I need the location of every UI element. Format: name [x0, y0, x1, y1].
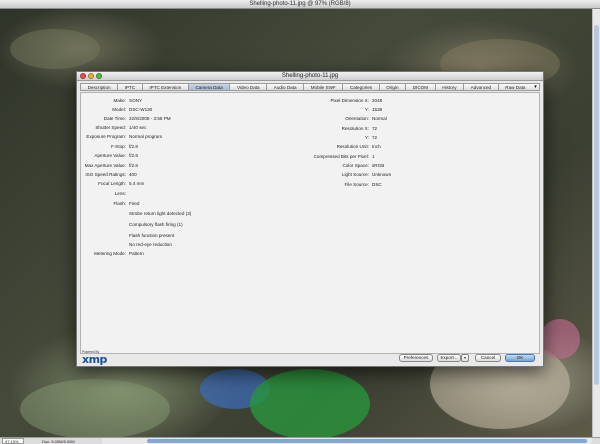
right-field-row: File Source: DSC [81, 182, 541, 188]
field-label: Resolution X: [341, 126, 369, 131]
status-bar: 97.15% Doc: 5.00M/5.00M [0, 437, 600, 444]
field-value[interactable]: No red-eye reduction [129, 242, 172, 248]
tab-iptc-extension[interactable]: IPTC Extension [141, 83, 188, 91]
tab-description[interactable]: Description [80, 83, 118, 91]
horizontal-scroll-thumb[interactable] [147, 439, 587, 443]
field-label: Pixel Dimension X: [330, 98, 369, 103]
tab-raw-data[interactable]: Raw Data [497, 83, 533, 91]
tab-bar: Description IPTC IPTC Extension Camera Data… [80, 83, 541, 91]
field-value[interactable]: 2048 [372, 98, 382, 104]
field-label: Y: [364, 135, 369, 140]
field-label: Color Space: [342, 163, 369, 168]
tab-camera-data[interactable]: Camera Data [187, 83, 230, 91]
field-value[interactable]: Compulsory flash firing (1) [129, 222, 183, 228]
tab-overflow-chevron-down-icon[interactable]: ▾ [532, 83, 541, 91]
flash-detail-row: Flash function present [81, 233, 541, 239]
tab-advanced[interactable]: Advanced [463, 83, 498, 91]
right-field-row: Color Space: sRGB [81, 163, 541, 169]
field-label: Lens: [114, 191, 126, 196]
field-label: File Source: [344, 182, 369, 187]
right-field-row: Orientation: Normal [81, 116, 541, 122]
field-value[interactable]: Fired [129, 201, 139, 207]
field-value[interactable]: Normal [372, 116, 387, 122]
horizontal-scrollbar[interactable] [102, 438, 592, 444]
field-value[interactable]: Pattern [129, 251, 144, 257]
right-field-row: Resolution X: 72 [81, 126, 541, 132]
photo-green-cloth [250, 369, 370, 437]
tab-video-data[interactable]: Video Data [229, 83, 267, 91]
field-label: Flash: [113, 201, 126, 206]
right-field-row: Compressed Bits per Pixel: 1 [81, 154, 541, 160]
field-value[interactable]: sRGB [372, 163, 384, 169]
tab-mobile-swf[interactable]: Mobile SWF [303, 83, 343, 91]
tab-iptc[interactable]: IPTC [117, 83, 142, 91]
left-field-row: Lens: [81, 191, 541, 197]
document-title: Shelling-photo-11.jpg @ 97% (RGB/8) [249, 1, 351, 7]
document-size-info[interactable]: Doc: 5.00M/5.00M [42, 439, 102, 444]
metering-mode-row: Metering Mode: Pattern [81, 251, 541, 257]
right-field-row: Y: 1536 [81, 107, 541, 113]
tab-history[interactable]: History [434, 83, 464, 91]
field-label: Metering Mode: [94, 251, 126, 256]
camera-data-panel: Make: SONY Model: DSC-W130 Date Time: 22/8/20… [80, 92, 540, 354]
zoom-level-field[interactable]: 97.15% [2, 438, 24, 444]
flash-detail-row: Strobe return light detected (3) [81, 211, 541, 217]
photo-debris [540, 319, 580, 359]
flash-detail-row: No red-eye reduction [81, 242, 541, 248]
field-label: Compressed Bits per Pixel: [313, 154, 369, 159]
preferences-button[interactable]: Preferences [399, 354, 433, 362]
right-field-row: Y: 72 [81, 135, 541, 141]
export-menu-chevron-down-icon[interactable]: ▾ [461, 354, 469, 362]
dialog-titlebar: Shelling-photo-11.jpg [77, 72, 543, 81]
photo-foliage [10, 29, 100, 69]
field-value[interactable]: 72 [372, 135, 377, 141]
document-titlebar: Shelling-photo-11.jpg @ 97% (RGB/8) [0, 0, 600, 9]
ok-button[interactable]: OK [505, 354, 535, 362]
xmp-logo: Powered By xmp [82, 350, 112, 366]
field-label: Light Source: [341, 172, 369, 177]
field-label: Y: [364, 107, 369, 112]
flash-detail-row: Compulsory flash firing (1) [81, 222, 541, 228]
field-value[interactable]: 1536 [372, 107, 382, 113]
field-value[interactable]: Flash function present [129, 233, 174, 239]
field-value[interactable]: 1 [372, 154, 375, 160]
export-button[interactable]: Export... [437, 354, 461, 362]
field-label: Orientation: [345, 116, 369, 121]
field-value[interactable]: DSC [372, 182, 382, 188]
tab-origin[interactable]: Origin [378, 83, 406, 91]
left-field-row: Flash: Fired [81, 201, 541, 207]
right-field-row: Pixel Dimension X: 2048 [81, 98, 541, 104]
dialog-title: Shelling-photo-11.jpg [281, 73, 339, 79]
tab-dicom[interactable]: DICOM [405, 83, 435, 91]
right-field-row: Light Source: Unknown [81, 172, 541, 178]
field-value[interactable]: Inch [372, 144, 381, 150]
photo-foliage [20, 379, 170, 437]
cancel-button[interactable]: Cancel [475, 354, 501, 362]
file-info-dialog: Shelling-photo-11.jpg Description IPTC IPT… [76, 71, 544, 367]
right-field-row: Resolution Unit: Inch [81, 144, 541, 150]
tab-audio-data[interactable]: Audio Data [266, 83, 304, 91]
field-label: Resolution Unit: [336, 144, 369, 149]
tab-categories[interactable]: Categories [342, 83, 379, 91]
vertical-scroll-thumb[interactable] [594, 25, 599, 385]
field-value[interactable]: Strobe return light detected (3) [129, 211, 191, 217]
field-value[interactable]: 72 [372, 126, 377, 132]
vertical-scrollbar[interactable] [592, 9, 600, 437]
field-value[interactable]: Unknown [372, 172, 391, 178]
xmp-wordmark: xmp [82, 353, 107, 366]
